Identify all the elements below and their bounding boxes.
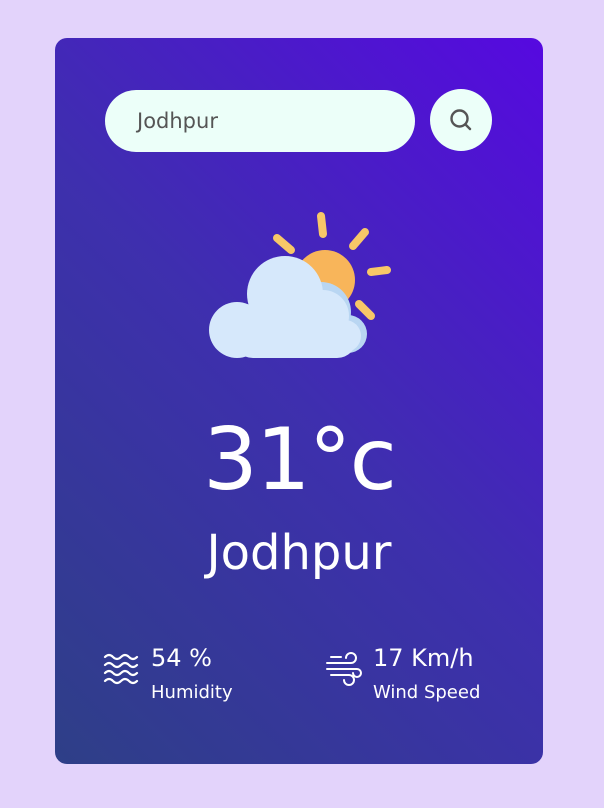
- humidity-text: 54 % Humidity: [151, 643, 233, 705]
- wind-icon: [326, 652, 362, 686]
- wind-value: 17 Km/h: [373, 644, 474, 672]
- search-input-value: Jodhpur: [137, 109, 218, 133]
- humidity-value: 54 %: [151, 644, 212, 672]
- temperature: 31°c: [203, 410, 397, 510]
- weather-card: Jodhpur 31°c Jodhpur 54 % Humidity 17 Km…: [55, 38, 543, 764]
- humidity-stat: 54 % Humidity: [103, 643, 233, 705]
- search-input[interactable]: Jodhpur: [105, 90, 415, 152]
- humidity-label: Humidity: [151, 682, 233, 703]
- search-icon: [450, 109, 472, 131]
- city-name: Jodhpur: [206, 525, 392, 581]
- wind-text: 17 Km/h Wind Speed: [373, 643, 480, 705]
- wind-stat: 17 Km/h Wind Speed: [325, 643, 480, 705]
- humidity-waves-icon: [103, 653, 139, 685]
- partly-cloudy-icon: [209, 212, 391, 358]
- wind-label: Wind Speed: [373, 682, 481, 703]
- search-button[interactable]: [430, 89, 492, 151]
